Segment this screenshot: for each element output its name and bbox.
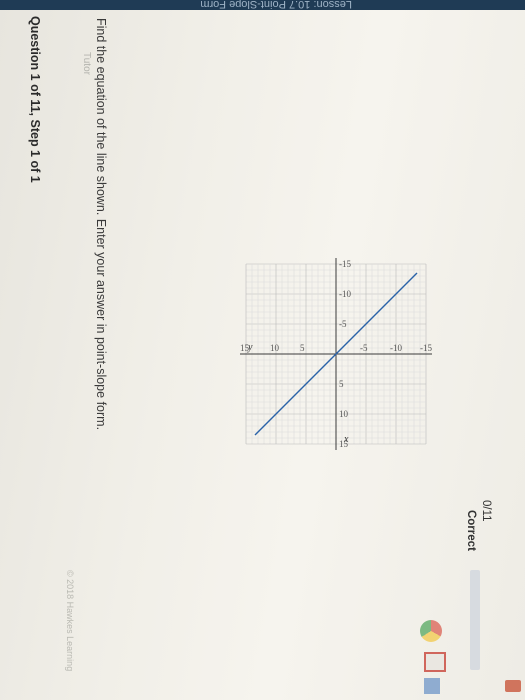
y-tick-label: -15 <box>420 343 432 353</box>
media-icon[interactable] <box>505 680 521 692</box>
y-tick-label: -10 <box>390 343 402 353</box>
y-tick-label: 15 <box>240 343 250 353</box>
coordinate-graph: xy -15-10-55101515 10 5 -5 -10 -15 <box>240 258 432 450</box>
copyright: © 2018 Hawkes Learning <box>65 570 75 672</box>
question-progress: Question 1 of 11, Step 1 of 1 <box>28 16 42 183</box>
instructor-label: Tutor <box>81 52 92 75</box>
x-tick-label: -10 <box>339 289 351 299</box>
browser-icon[interactable] <box>420 620 442 642</box>
x-tick-label: 10 <box>339 409 349 419</box>
lesson-title: Lesson: 10.7 Point-Slope Form <box>200 0 352 10</box>
mail-icon[interactable] <box>424 652 446 672</box>
progress-bar <box>470 570 480 670</box>
status-badge: Correct <box>465 510 477 551</box>
screen: Lesson: 10.7 Point-Slope Form Question 1… <box>0 0 525 700</box>
x-tick-label: 15 <box>339 439 349 449</box>
question-instruction: Find the equation of the line shown. Ent… <box>94 18 108 431</box>
files-icon[interactable] <box>424 678 440 694</box>
y-tick-label: 5 <box>300 343 305 353</box>
x-tick-label: -15 <box>339 259 351 269</box>
x-tick-label: 5 <box>339 379 344 389</box>
x-tick-label: -5 <box>339 319 347 329</box>
y-tick-label: 10 <box>270 343 280 353</box>
score: 0/11 <box>480 500 492 522</box>
top-bar: Lesson: 10.7 Point-Slope Form <box>0 0 525 10</box>
y-tick-label: -5 <box>360 343 368 353</box>
